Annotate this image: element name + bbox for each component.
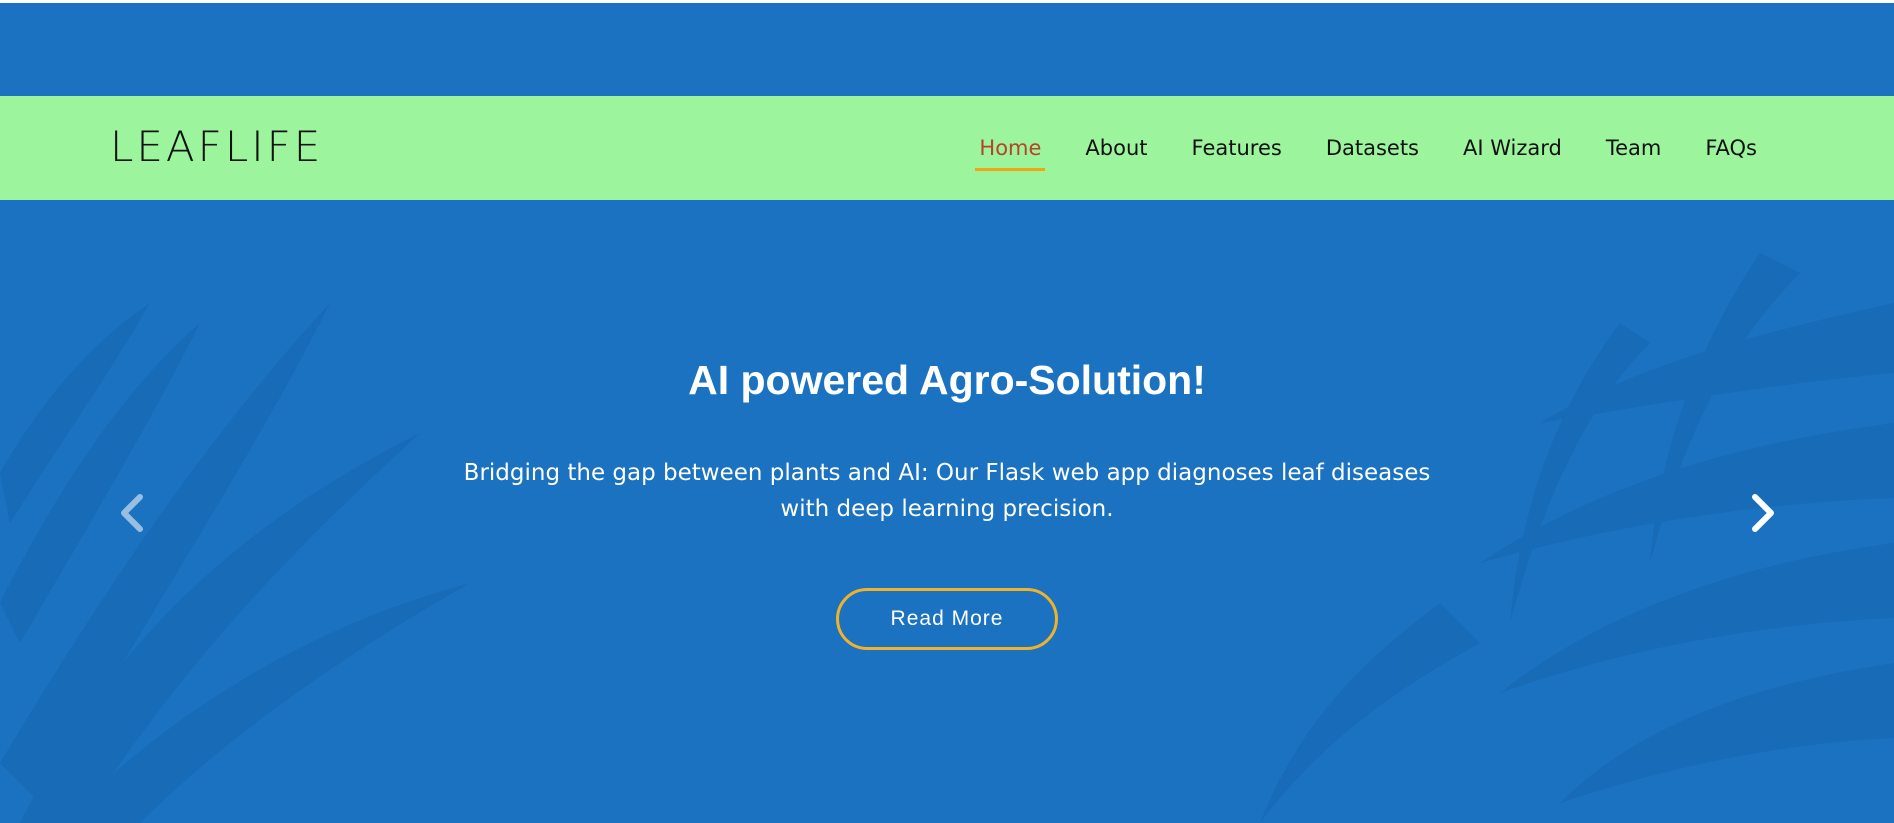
hero-section: LEAFLIFE Home About Features Datasets AI… [0,3,1894,823]
nav-item-datasets[interactable]: Datasets [1304,96,1441,200]
main-nav: Home About Features Datasets AI Wizard T… [957,96,1779,200]
chevron-left-icon [121,494,143,532]
nav-item-home[interactable]: Home [957,96,1063,200]
hero-headline: AI powered Agro-Solution! [688,357,1206,403]
read-more-button[interactable]: Read More [836,588,1058,650]
read-more-label: Read More [890,607,1004,630]
chevron-right-icon [1752,494,1774,532]
nav-item-faqs[interactable]: FAQs [1683,96,1779,200]
page: LEAFLIFE Home About Features Datasets AI… [0,0,1894,823]
nav-item-ai-wizard[interactable]: AI Wizard [1441,96,1584,200]
nav-item-about[interactable]: About [1063,96,1169,200]
navbar: LEAFLIFE Home About Features Datasets AI… [0,96,1894,200]
carousel-prev-button[interactable] [113,491,153,535]
site-logo[interactable]: LEAFLIFE [110,122,323,172]
nav-item-team[interactable]: Team [1584,96,1684,200]
hero-subtext: Bridging the gap between plants and AI: … [463,460,1431,522]
carousel-next-button[interactable] [1742,491,1782,535]
nav-item-features[interactable]: Features [1170,96,1304,200]
